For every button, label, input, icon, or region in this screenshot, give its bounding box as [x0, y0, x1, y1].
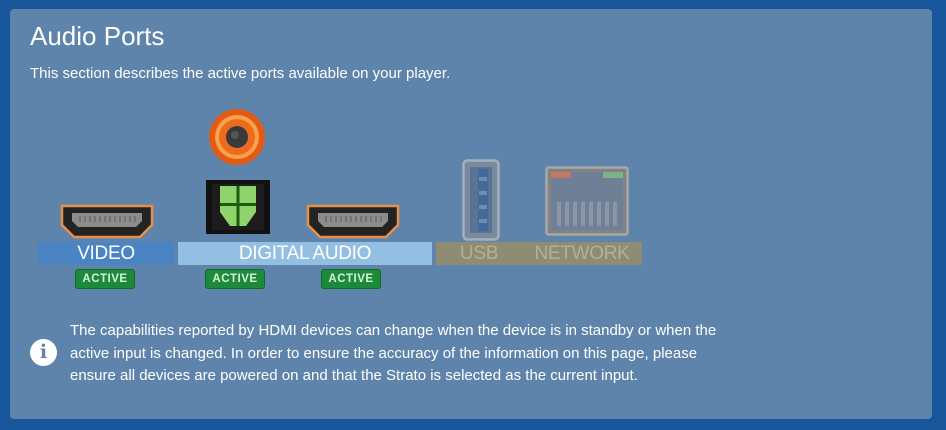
optical-port-icon — [206, 180, 270, 234]
hdmi-port-icon — [60, 204, 154, 239]
video-active-badge: ACTIVE — [75, 269, 135, 289]
info-note: The capabilities reported by HDMI device… — [70, 322, 717, 384]
hdmi-audio-active-badge: ACTIVE — [321, 269, 381, 289]
network-port-icon — [545, 166, 629, 236]
network-port-label: NETWORK — [522, 242, 642, 265]
section-description: This section describes the active ports … — [30, 65, 451, 82]
coaxial-port-icon — [209, 109, 265, 165]
section-title: Audio Ports — [30, 21, 165, 51]
optical-active-badge: ACTIVE — [205, 269, 265, 289]
info-icon: i — [30, 339, 57, 366]
audio-ports-panel: Audio Ports This section describes the a… — [10, 9, 932, 419]
usb-port-icon — [462, 159, 500, 241]
video-port-label: VIDEO — [38, 242, 174, 265]
hdmi-audio-port-icon — [306, 204, 400, 239]
usb-port-label: USB — [436, 242, 522, 265]
digital-audio-port-label: DIGITAL AUDIO — [178, 242, 432, 265]
